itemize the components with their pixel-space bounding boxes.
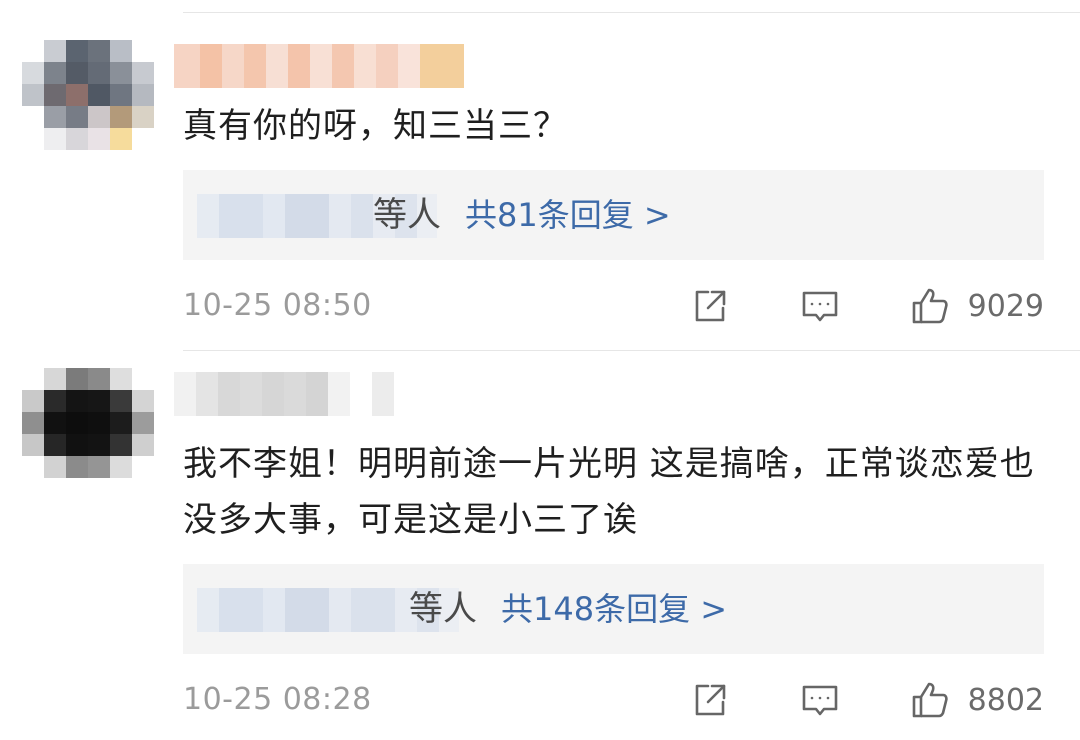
thumbs-up-icon[interactable]	[910, 286, 950, 326]
reply-summary[interactable]: 等人 共81条回复 >	[183, 170, 1044, 260]
comment-meta: 10-25 08:50 9029	[183, 281, 1044, 331]
comment-item: 我不李姐！明明前途一片光明 这是搞啥，正常谈恋爱也没多大事，可是这是小三了诶 等…	[0, 350, 1080, 740]
comment-icon[interactable]	[800, 286, 840, 326]
username[interactable]	[174, 372, 394, 416]
thumbs-up-icon[interactable]	[910, 680, 950, 720]
avatar[interactable]	[22, 368, 154, 478]
share-icon[interactable]	[690, 286, 730, 326]
comment-actions: 9029	[690, 281, 1044, 331]
reply-summary[interactable]: 等人 共148条回复 >	[183, 564, 1044, 654]
view-replies-link[interactable]: 共148条回复 >	[501, 584, 727, 634]
like-count: 9029	[967, 288, 1044, 324]
comment-meta: 10-25 08:28 8802	[183, 675, 1044, 725]
timestamp: 10-25 08:50	[183, 288, 372, 323]
share-icon[interactable]	[690, 680, 730, 720]
reply-users-suffix: 等人	[373, 195, 441, 235]
view-replies-link[interactable]: 共81条回复 >	[465, 190, 671, 240]
comment-item: 真有你的呀，知三当三？ 等人 共81条回复 > 10-25 08:50 9029	[0, 0, 1080, 350]
avatar[interactable]	[22, 40, 154, 150]
username[interactable]	[174, 44, 464, 88]
comment-actions: 8802	[690, 675, 1044, 725]
comment-icon[interactable]	[800, 680, 840, 720]
timestamp: 10-25 08:28	[183, 682, 372, 717]
comment-text: 我不李姐！明明前途一片光明 这是搞啥，正常谈恋爱也没多大事，可是这是小三了诶	[183, 444, 1035, 540]
like-count: 8802	[967, 682, 1044, 718]
reply-users-suffix: 等人	[409, 589, 477, 629]
comment-text: 真有你的呀，知三当三？	[183, 106, 568, 146]
